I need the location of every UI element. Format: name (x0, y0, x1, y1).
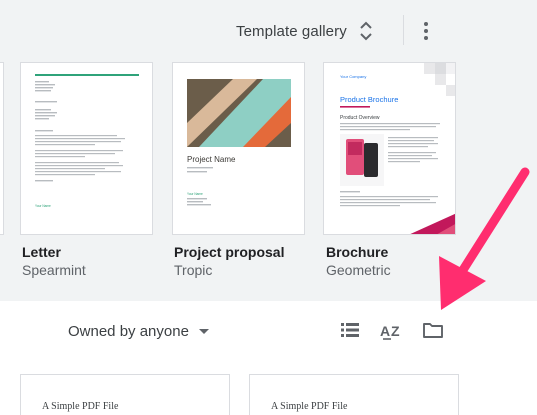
template-name-project-proposal: Project proposal (174, 244, 285, 260)
more-options-button[interactable] (414, 18, 438, 44)
template-card-brochure[interactable]: Your Company Product Brochure Product Ov… (323, 62, 456, 235)
owner-filter-label: Owned by anyone (68, 322, 189, 340)
template-card-partial[interactable] (0, 62, 4, 235)
open-file-picker-button[interactable] (421, 318, 445, 342)
more-vert-icon (424, 22, 428, 26)
template-style-letter: Spearmint (22, 262, 86, 278)
template-name-brochure: Brochure (326, 244, 389, 260)
brochure-company: Your Company (340, 74, 366, 79)
project-name-text: Project Name (187, 155, 236, 164)
folder-icon (423, 323, 443, 338)
template-card-project-proposal[interactable]: Project Name Your Name (172, 62, 305, 235)
list-view-button[interactable] (338, 318, 362, 342)
svg-text:A: A (380, 323, 390, 339)
document-card[interactable]: A Simple PDF File (249, 374, 459, 415)
document-card[interactable]: A Simple PDF File (20, 374, 230, 415)
template-card-letter[interactable]: Your Name (20, 62, 153, 235)
template-gallery-label: Template gallery (236, 22, 347, 40)
project-proposal-thumbnail: Project Name Your Name (187, 79, 291, 206)
brochure-title: Product Brochure (340, 95, 398, 104)
brochure-overview-heading: Product Overview (340, 115, 380, 121)
document-title: A Simple PDF File (271, 401, 348, 412)
letter-signature: Your Name (35, 204, 51, 208)
svg-text:Z: Z (391, 323, 400, 339)
document-title: A Simple PDF File (42, 401, 119, 412)
unfold-more-icon (360, 21, 372, 41)
template-name-letter: Letter (22, 244, 61, 260)
sort-az-icon: A Z (380, 323, 400, 340)
letter-thumbnail: Your Name (35, 74, 139, 208)
brochure-thumbnail: Your Company Product Brochure Product Ov… (340, 63, 455, 234)
list-view-icon (341, 323, 359, 337)
header-divider (403, 15, 404, 45)
project-author-name: Your Name (187, 192, 203, 196)
template-gallery-button[interactable]: Template gallery (236, 14, 373, 48)
template-style-project-proposal: Tropic (174, 262, 213, 278)
sort-button[interactable]: A Z (379, 318, 403, 342)
owner-filter-dropdown[interactable]: Owned by anyone (68, 318, 209, 344)
dropdown-caret-icon (198, 328, 209, 334)
template-style-brochure: Geometric (326, 262, 391, 278)
